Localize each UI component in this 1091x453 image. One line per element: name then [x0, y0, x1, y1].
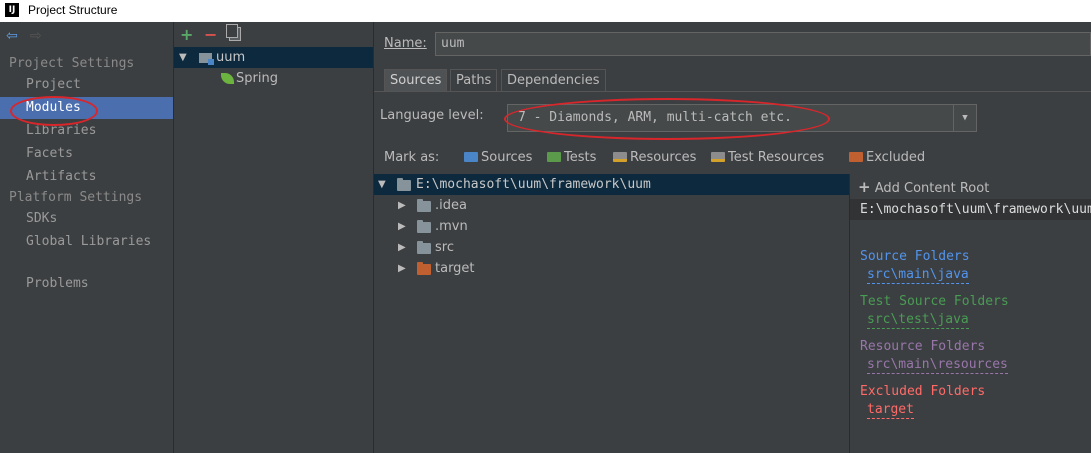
mark-excluded-button[interactable]: Excluded — [849, 149, 925, 167]
remove-module-button[interactable]: − — [204, 25, 217, 44]
module-name: uum — [216, 50, 246, 65]
plus-icon: + — [858, 178, 871, 196]
sidebar-item-artifacts[interactable]: Artifacts — [0, 166, 173, 188]
folder-name: target — [435, 261, 475, 276]
module-name-field[interactable]: uum — [435, 32, 1091, 56]
tree-row-target[interactable]: ▶ target — [374, 258, 849, 279]
sidebar-item-problems[interactable]: Problems — [0, 273, 173, 295]
resource-folder-path[interactable]: src\main\resources — [867, 357, 1008, 374]
test-source-folder-path[interactable]: src\test\java — [867, 312, 969, 329]
folder-icon — [417, 220, 431, 233]
tree-row-src[interactable]: ▶ src — [374, 237, 849, 258]
module-tree-pane: + − ▼ uum Spring — [174, 22, 374, 453]
sidebar-item-sdks[interactable]: SDKs — [0, 208, 173, 230]
collapsed-arrow-icon[interactable]: ▶ — [398, 216, 406, 237]
module-folder-icon — [199, 53, 214, 65]
sidebar-item-global-libraries[interactable]: Global Libraries — [0, 231, 173, 253]
sidebar-item-libraries[interactable]: Libraries — [0, 120, 173, 142]
resources-folder-icon — [613, 152, 627, 162]
folder-icon — [417, 199, 431, 212]
test-resources-folder-icon — [711, 152, 725, 162]
tab-sources[interactable]: Sources — [384, 69, 448, 91]
test-source-folders-label: Test Source Folders — [860, 294, 1009, 309]
mark-sources-button[interactable]: Sources — [464, 149, 532, 167]
collapsed-arrow-icon[interactable]: ▶ — [398, 258, 406, 279]
collapsed-arrow-icon[interactable]: ▶ — [398, 195, 406, 216]
tree-row-content-root[interactable]: ▼ E:\mochasoft\uum\framework\uum — [374, 174, 849, 195]
sidebar-item-facets[interactable]: Facets — [0, 143, 173, 165]
mark-as-label: Mark as: — [384, 150, 440, 165]
copy-icon[interactable] — [226, 24, 241, 41]
facet-name: Spring — [236, 71, 278, 86]
module-settings-pane: Name: uum Sources Paths Dependencies Lan… — [374, 22, 1091, 453]
excluded-folder-icon — [417, 262, 431, 275]
content-tree: ▼ E:\mochasoft\uum\framework\uum ▶ .idea… — [374, 174, 849, 453]
settings-sidebar: ⇦ ⇨ Project Settings Project Modules Lib… — [0, 22, 174, 453]
back-arrow-icon[interactable]: ⇦ — [6, 28, 18, 44]
tree-row-uum[interactable]: ▼ uum — [174, 47, 373, 68]
intellij-app-icon: IJ — [5, 3, 19, 17]
highlight-ellipse-language-level — [504, 98, 830, 140]
mark-resources-button[interactable]: Resources — [613, 149, 696, 167]
folder-name: .idea — [435, 198, 467, 213]
tab-dependencies[interactable]: Dependencies — [501, 69, 606, 91]
section-header-project-settings: Project Settings — [9, 56, 135, 71]
tree-row-idea[interactable]: ▶ .idea — [374, 195, 849, 216]
chevron-down-icon[interactable]: ▼ — [953, 105, 976, 131]
language-level-label: Language level: — [380, 108, 484, 123]
spring-leaf-icon — [221, 73, 234, 84]
source-folders-label: Source Folders — [860, 249, 970, 264]
expand-arrow-icon[interactable]: ▼ — [179, 47, 187, 68]
tab-paths[interactable]: Paths — [450, 69, 498, 91]
sidebar-item-project[interactable]: Project — [0, 74, 173, 96]
name-label: Name: — [384, 36, 427, 51]
mark-tests-button[interactable]: Tests — [547, 149, 596, 167]
title-bar: IJ Project Structure — [0, 0, 1091, 22]
tree-row-spring[interactable]: Spring — [174, 68, 373, 89]
folder-icon — [417, 241, 431, 254]
collapsed-arrow-icon[interactable]: ▶ — [398, 237, 406, 258]
folder-name: src — [435, 240, 454, 255]
excluded-folder-icon — [849, 152, 863, 162]
expand-arrow-icon[interactable]: ▼ — [378, 174, 386, 195]
tab-divider — [374, 91, 1091, 92]
content-root-panel: + Add Content Root E:\mochasoft\uum\fram… — [849, 174, 1091, 453]
source-folder-path[interactable]: src\main\java — [867, 267, 969, 284]
content-root-header: E:\mochasoft\uum\framework\uum — [850, 199, 1091, 220]
highlight-ellipse-modules — [10, 96, 98, 126]
section-header-platform-settings: Platform Settings — [9, 190, 143, 205]
folder-name: .mvn — [435, 219, 468, 234]
add-content-root-button[interactable]: + Add Content Root — [858, 178, 989, 198]
resource-folders-label: Resource Folders — [860, 339, 986, 354]
forward-arrow-icon: ⇨ — [30, 28, 42, 44]
excluded-folder-path[interactable]: target — [867, 402, 914, 419]
mark-test-resources-button[interactable]: Test Resources — [711, 149, 824, 167]
excluded-folders-label: Excluded Folders — [860, 384, 986, 399]
tests-folder-icon — [547, 152, 561, 162]
add-module-button[interactable]: + — [180, 25, 193, 44]
folder-icon — [397, 178, 411, 191]
tree-row-mvn[interactable]: ▶ .mvn — [374, 216, 849, 237]
sources-folder-icon — [464, 152, 478, 162]
content-root-path: E:\mochasoft\uum\framework\uum — [416, 177, 651, 192]
window-title: Project Structure — [28, 3, 118, 17]
